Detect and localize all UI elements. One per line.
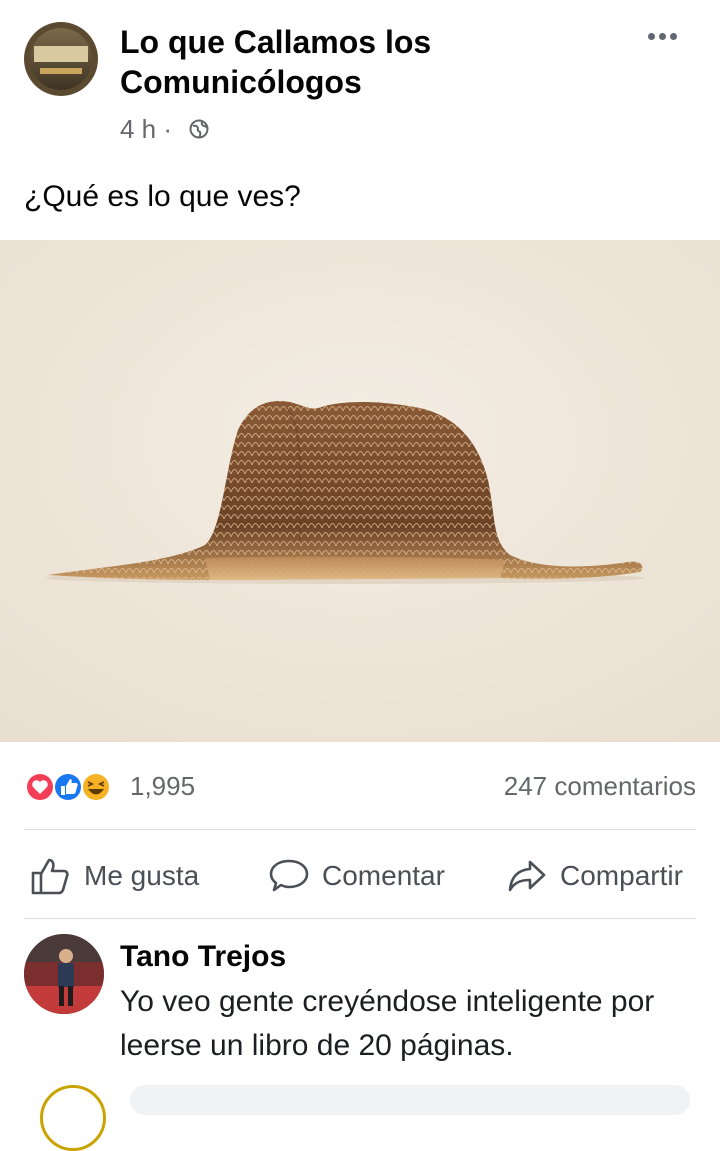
comment-label: Comentar bbox=[322, 860, 445, 891]
divider bbox=[24, 918, 696, 919]
share-arrow-icon bbox=[508, 860, 546, 892]
globe-icon bbox=[189, 119, 209, 139]
thumbs-up-icon bbox=[31, 858, 69, 895]
page-avatar[interactable] bbox=[24, 22, 98, 96]
commenter-name-link[interactable]: Tano Trejos bbox=[120, 940, 286, 974]
divider bbox=[24, 829, 696, 830]
share-label: Compartir bbox=[560, 860, 683, 891]
post-timestamp[interactable]: 4 h · bbox=[120, 114, 172, 145]
comment-button[interactable]: Comentar bbox=[268, 848, 445, 904]
like-icon bbox=[53, 772, 83, 802]
comment-text: Yo veo gente creyéndose inteligente por … bbox=[120, 985, 655, 1062]
haha-icon bbox=[81, 772, 111, 802]
more-options-button[interactable] bbox=[640, 22, 684, 52]
post-photo[interactable] bbox=[0, 240, 720, 742]
share-button[interactable]: Compartir bbox=[506, 848, 683, 904]
post-text: ¿Qué es lo que ves? bbox=[24, 180, 301, 213]
more-dot-icon bbox=[648, 33, 655, 40]
more-dot-icon bbox=[670, 33, 677, 40]
comment-count-link[interactable]: 247 comentarios bbox=[504, 771, 696, 802]
comment-bubble-icon bbox=[269, 859, 309, 892]
commenter-avatar[interactable] bbox=[24, 934, 104, 1014]
reaction-summary[interactable] bbox=[24, 770, 124, 804]
love-icon bbox=[25, 772, 55, 802]
like-button[interactable]: Me gusta bbox=[30, 848, 199, 904]
more-dot-icon bbox=[659, 33, 666, 40]
next-comment-avatar[interactable] bbox=[40, 1085, 106, 1151]
page-name-link[interactable]: Lo que Callamos los Comunicólogos bbox=[120, 22, 600, 102]
next-comment-bubble bbox=[130, 1085, 690, 1115]
like-label: Me gusta bbox=[84, 860, 200, 891]
reaction-count[interactable]: 1,995 bbox=[130, 771, 195, 802]
